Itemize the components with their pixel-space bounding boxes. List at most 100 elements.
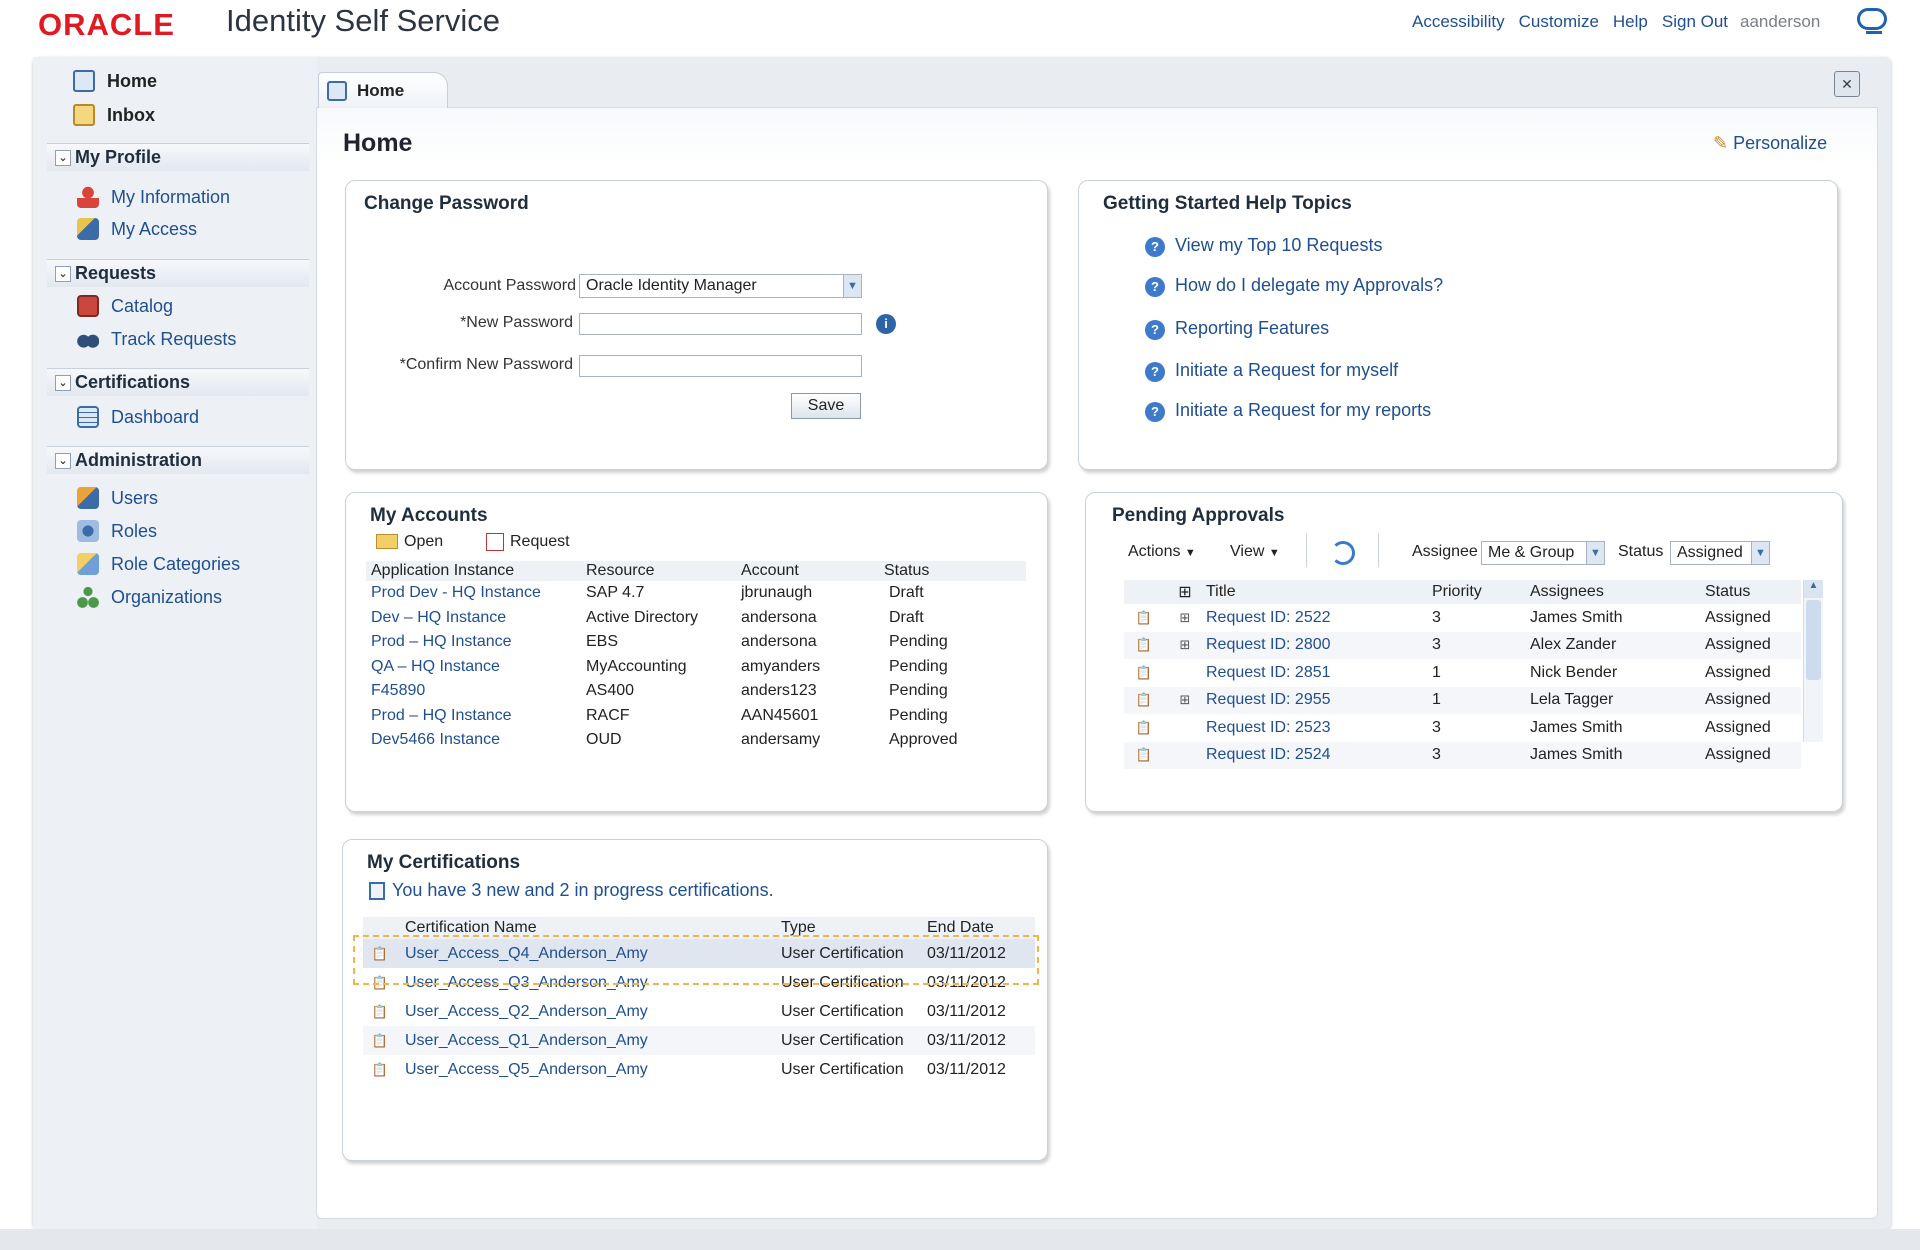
- change-password-panel: Change Password Account Password Oracle …: [345, 180, 1048, 470]
- sidebar-item-organizations[interactable]: Organizations: [77, 586, 222, 608]
- tab-home[interactable]: Home: [318, 72, 448, 108]
- open-button[interactable]: Open: [376, 533, 443, 551]
- new-password-label: *New Password: [460, 314, 573, 331]
- request-link[interactable]: Request ID: 2522: [1206, 604, 1432, 632]
- item-label: Organizations: [111, 586, 223, 607]
- column-header: Title: [1206, 583, 1236, 600]
- scroll-thumb[interactable]: [1806, 600, 1821, 680]
- actions-menu[interactable]: Actions ▼: [1128, 543, 1196, 561]
- expand-icon[interactable]: ⊞: [1164, 687, 1206, 715]
- certification-link[interactable]: User_Access_Q4_Anderson_Amy: [397, 939, 773, 968]
- table-row[interactable]: Prod – HQ Instance EBS andersona Pending: [366, 630, 1026, 655]
- help-topic-link[interactable]: ? View my Top 10 Requests: [1145, 235, 1382, 257]
- request-link[interactable]: Request ID: 2800: [1206, 632, 1432, 660]
- table-row[interactable]: Prod – HQ Instance RACF AAN45601 Pending: [366, 704, 1026, 729]
- confirm-password-field[interactable]: [579, 355, 862, 377]
- certifications-message[interactable]: You have 3 new and 2 in progress certifi…: [369, 880, 774, 901]
- table-cell: 03/11/2012: [927, 973, 1006, 991]
- table-row[interactable]: 📋 ⊞ Request ID: 2955 1 Lela Tagger Assigned: [1124, 686, 1801, 715]
- sidebar-item-catalog[interactable]: Catalog: [77, 295, 173, 317]
- info-icon[interactable]: i: [876, 314, 896, 334]
- table-row[interactable]: 📋 User_Access_Q4_Anderson_Amy User Certifi…: [363, 939, 1035, 968]
- application-instance-link[interactable]: Prod – HQ Instance: [366, 630, 586, 655]
- new-password-field[interactable]: [579, 313, 862, 335]
- table-row[interactable]: Prod Dev - HQ Instance SAP 4.7 jbrunaugh Dr…: [366, 581, 1026, 606]
- table-row[interactable]: Dev – HQ Instance Active Directory anderso…: [366, 606, 1026, 631]
- view-menu[interactable]: View ▼: [1230, 543, 1280, 561]
- section-requests[interactable]: ⌄ Requests: [47, 259, 309, 287]
- scroll-up-icon[interactable]: ▲: [1804, 580, 1823, 598]
- table-row[interactable]: 📋 User_Access_Q2_Anderson_Amy User Certifi…: [363, 997, 1035, 1026]
- sidebar-item-users[interactable]: Users: [77, 487, 158, 509]
- request-link[interactable]: Request ID: 2524: [1206, 742, 1432, 770]
- help-topic-link[interactable]: ? How do I delegate my Approvals?: [1145, 275, 1443, 297]
- request-link[interactable]: Request ID: 2523: [1206, 714, 1432, 742]
- table-row[interactable]: 📋 User_Access_Q3_Anderson_Amy User Certifi…: [363, 968, 1035, 997]
- table-row[interactable]: Dev5466 Instance OUD andersamy Approved: [366, 728, 1026, 753]
- table-cell: SAP 4.7: [586, 584, 645, 602]
- nav-inbox[interactable]: Inbox: [73, 104, 155, 126]
- status-select[interactable]: Assigned ▼: [1670, 541, 1770, 565]
- help-topic-link[interactable]: ? Initiate a Request for myself: [1145, 360, 1398, 382]
- section-administration[interactable]: ⌄ Administration: [47, 446, 309, 474]
- certification-icon: 📋: [371, 1003, 389, 1019]
- help-topic-link[interactable]: ? Reporting Features: [1145, 318, 1329, 340]
- table-row[interactable]: 📋 ⊞ Request ID: 2800 3 Alex Zander Assigned: [1124, 631, 1801, 660]
- expand-all-icon[interactable]: ⊞: [1164, 580, 1206, 604]
- help-link[interactable]: Help: [1613, 12, 1648, 32]
- dashboard-icon: [77, 406, 99, 428]
- sidebar-item-role-categories[interactable]: Role Categories: [77, 553, 240, 575]
- table-cell: Pending: [889, 682, 948, 700]
- table-row[interactable]: 📋 Request ID: 2524 3 James Smith Assigned: [1124, 741, 1801, 770]
- item-label: Dashboard: [111, 406, 200, 427]
- assignee-select[interactable]: Me & Group ▼: [1481, 541, 1605, 565]
- message-text: You have 3 new and 2 in progress certifi…: [392, 880, 774, 900]
- chevron-down-icon: ▼: [1586, 542, 1604, 564]
- certification-link[interactable]: User_Access_Q1_Anderson_Amy: [397, 1026, 773, 1055]
- application-instance-link[interactable]: F45890: [366, 679, 586, 704]
- nav-home[interactable]: Home: [73, 70, 157, 92]
- customize-link[interactable]: Customize: [1519, 12, 1599, 32]
- request-button[interactable]: Request: [486, 533, 570, 551]
- sidebar-item-dashboard[interactable]: Dashboard: [77, 406, 199, 428]
- certification-link[interactable]: User_Access_Q3_Anderson_Amy: [397, 968, 773, 997]
- help-icon: ?: [1145, 237, 1165, 257]
- table-row[interactable]: 📋 Request ID: 2851 1 Nick Bender Assigned: [1124, 659, 1801, 687]
- application-instance-link[interactable]: Prod Dev - HQ Instance: [366, 581, 586, 606]
- expand-icon[interactable]: ⊞: [1164, 632, 1206, 660]
- sidebar-item-my-access[interactable]: My Access: [77, 218, 197, 240]
- table-row[interactable]: 📋 Request ID: 2523 3 James Smith Assigned: [1124, 714, 1801, 742]
- expand-icon[interactable]: ⊞: [1164, 604, 1206, 632]
- personalize-link[interactable]: ✎ Personalize: [1713, 133, 1827, 154]
- table-row[interactable]: 📋 ⊞ Request ID: 2522 3 James Smith Assigned: [1124, 604, 1801, 632]
- save-button[interactable]: Save: [791, 393, 861, 419]
- table-row[interactable]: F45890 AS400 anders123 Pending: [366, 679, 1026, 704]
- column-header: Type: [781, 919, 816, 936]
- chevron-down-icon: ▼: [1268, 547, 1280, 559]
- sidebar-item-my-information[interactable]: My Information: [77, 186, 230, 208]
- close-tab-icon[interactable]: ✕: [1834, 71, 1860, 97]
- request-link[interactable]: Request ID: 2955: [1206, 687, 1432, 715]
- table-row[interactable]: 📋 User_Access_Q1_Anderson_Amy User Certifi…: [363, 1026, 1035, 1055]
- application-instance-link[interactable]: QA – HQ Instance: [366, 655, 586, 680]
- refresh-icon[interactable]: [1331, 541, 1355, 565]
- accessibility-link[interactable]: Accessibility: [1412, 12, 1505, 32]
- application-instance-link[interactable]: Dev – HQ Instance: [366, 606, 586, 631]
- table-row[interactable]: 📋 User_Access_Q5_Anderson_Amy User Certifi…: [363, 1055, 1035, 1084]
- table-row[interactable]: QA – HQ Instance MyAccounting amyanders Pen…: [366, 655, 1026, 680]
- application-instance-link[interactable]: Dev5466 Instance: [366, 728, 586, 753]
- request-link[interactable]: Request ID: 2851: [1206, 659, 1432, 687]
- section-my-profile[interactable]: ⌄ My Profile: [47, 143, 309, 171]
- certification-link[interactable]: User_Access_Q2_Anderson_Amy: [397, 997, 773, 1026]
- sign-out-link[interactable]: Sign Out: [1662, 12, 1728, 32]
- assignee-label: Assignee: [1412, 543, 1478, 560]
- sidebar-item-roles[interactable]: Roles: [77, 520, 157, 542]
- help-topic-link[interactable]: ? Initiate a Request for my reports: [1145, 400, 1431, 422]
- application-instance-link[interactable]: Prod – HQ Instance: [366, 704, 586, 729]
- section-certifications[interactable]: ⌄ Certifications: [47, 368, 309, 396]
- vertical-scrollbar[interactable]: ▲: [1803, 580, 1823, 742]
- column-header: Priority: [1432, 583, 1482, 600]
- account-password-select[interactable]: Oracle Identity Manager ▼: [579, 274, 862, 298]
- sidebar-item-track-requests[interactable]: Track Requests: [77, 328, 236, 350]
- certification-link[interactable]: User_Access_Q5_Anderson_Amy: [397, 1055, 773, 1084]
